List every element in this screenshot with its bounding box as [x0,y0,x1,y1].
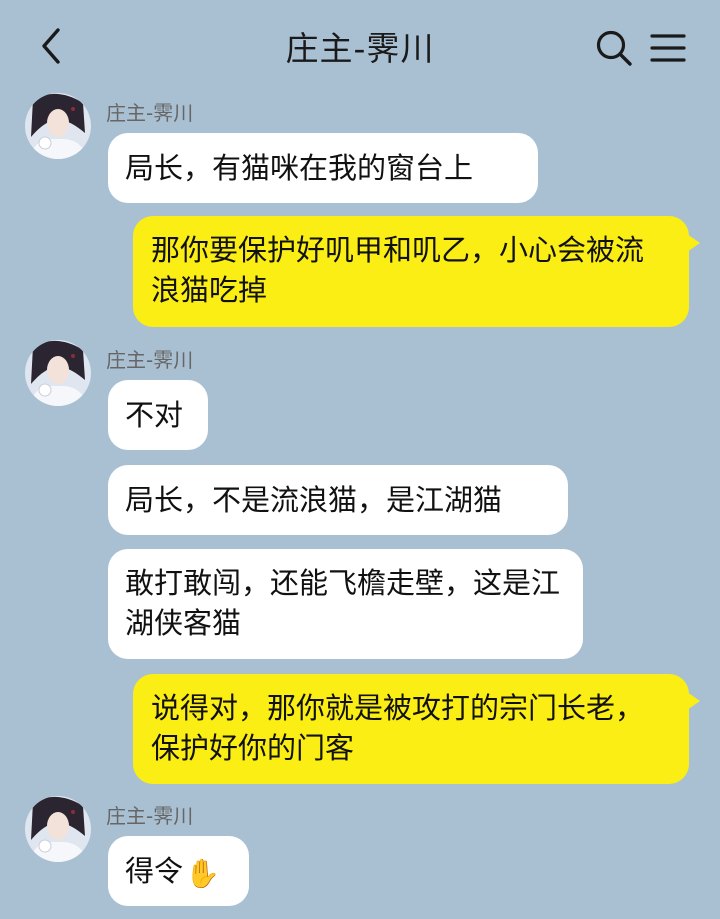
avatar[interactable] [25,340,91,406]
message-bubble-incoming[interactable]: 局长，有猫咪在我的窗台上 [108,133,538,203]
sender-name: 庄主-霁川 [106,101,194,125]
avatar[interactable] [25,93,91,159]
chat-header: 庄主-霁川 [0,0,720,95]
message-bubble-outgoing[interactable]: 说得对，那你就是被攻打的宗门长老，保护好你的门客 [133,674,700,784]
avatar[interactable] [25,796,91,862]
message-bubble-incoming[interactable]: 局长，不是流浪猫，是江湖猫 [108,465,568,535]
message-bubble-incoming[interactable]: 得令✋ [108,836,249,906]
message-bubble-outgoing[interactable]: 那你要保护好叽甲和叽乙，小心会被流浪猫吃掉 [133,216,700,327]
sender-name: 庄主-霁川 [106,804,194,828]
sender-name: 庄主-霁川 [106,348,194,372]
message-bubble-incoming[interactable]: 不对 [108,380,208,450]
raised-hand-emoji-icon: ✋ [185,857,220,890]
message-text: 得令 [125,854,184,888]
menu-icon[interactable] [648,30,688,66]
search-icon[interactable] [594,28,634,68]
message-bubble-incoming[interactable]: 敢打敢闯，还能飞檐走壁，这是江湖侠客猫 [108,549,583,659]
